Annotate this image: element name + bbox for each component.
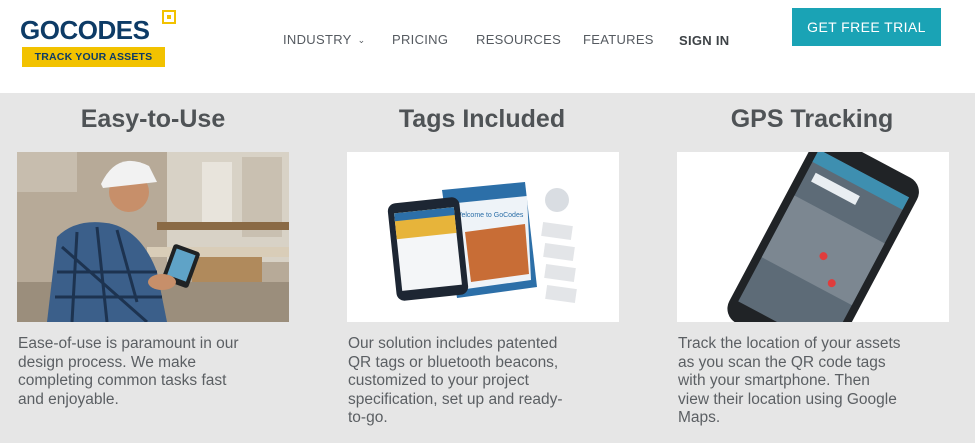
desc-line: completing common tasks fast [18, 372, 227, 389]
smartphone-map-illustration [677, 152, 949, 322]
desc-line: QR tags or bluetooth beacons, [348, 353, 559, 371]
tags-kit-illustration: Welcome to GoCodes [347, 152, 619, 322]
construction-worker-illustration [17, 152, 289, 322]
desc-line: specification, set up and ready- [348, 390, 563, 408]
desc-line: Ease-of-use is paramount in our [18, 335, 239, 352]
smartphone-map-image [677, 152, 949, 322]
nav-industry-label: INDUSTRY [283, 32, 352, 47]
desc-line: design process. We make [18, 353, 197, 371]
kit-card-text: Welcome to GoCodes [455, 212, 524, 219]
chevron-down-icon: ⌄ [357, 35, 366, 45]
nav-features[interactable]: FEATURES [583, 32, 654, 47]
nav-resources[interactable]: RESOURCES [476, 32, 561, 47]
desc-line: customized to your project [348, 372, 529, 389]
desc-line: Track the location of your assets [678, 335, 901, 352]
logo-square-icon [162, 10, 176, 24]
nav-pricing[interactable]: PRICING [392, 32, 448, 47]
gocodes-logo[interactable]: GOCODES TRACK YOUR ASSETS [20, 10, 176, 70]
desc-line: view their location using Google [678, 390, 897, 408]
desc-line: as you scan the QR code tags [678, 353, 886, 371]
feature-title-easy-to-use: Easy-to-Use [80, 105, 226, 133]
construction-worker-image [17, 152, 289, 322]
get-free-trial-button[interactable]: GET FREE TRIAL [792, 8, 941, 46]
desc-line: Our solution includes patented [348, 335, 558, 352]
site-header: GOCODES TRACK YOUR ASSETS INDUSTRY ⌄ PRIC… [0, 0, 975, 93]
desc-line: with your smartphone. Then [678, 372, 870, 389]
logo-tagline: TRACK YOUR ASSETS [22, 47, 165, 67]
desc-line: Maps. [678, 409, 721, 426]
feature-desc-easy-to-use: Ease-of-use is paramount in our design p… [18, 335, 239, 409]
feature-title-tags-included: Tags Included [398, 105, 566, 133]
desc-line: to-go. [348, 409, 388, 426]
nav-industry[interactable]: INDUSTRY ⌄ [283, 32, 365, 47]
feature-desc-gps-tracking: Track the location of your assets as you… [678, 335, 901, 428]
desc-line: and enjoyable. [18, 390, 119, 408]
nav-sign-in[interactable]: SIGN IN [679, 33, 730, 48]
feature-title-gps-tracking: GPS Tracking [730, 105, 894, 133]
tags-kit-image: Welcome to GoCodes [347, 152, 619, 322]
feature-desc-tags-included: Our solution includes patented QR tags o… [348, 335, 563, 428]
logo-wordmark: GOCODES [20, 15, 150, 45]
